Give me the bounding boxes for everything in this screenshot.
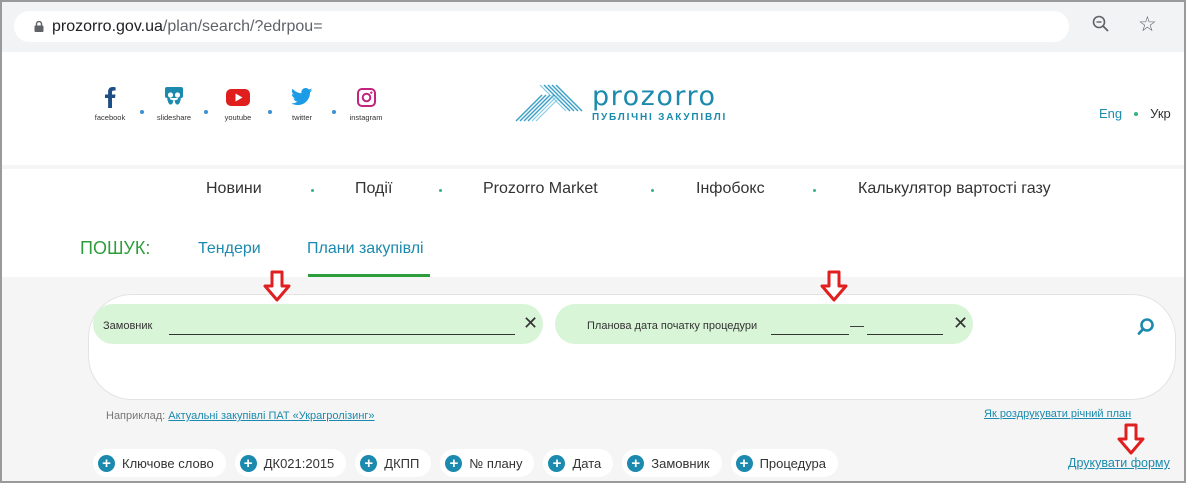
nav-item-infobox[interactable]: Інфобокс [696,180,765,198]
site-logo[interactable]: prozorro ПУБЛІЧНІ ЗАКУПІВЛІ [514,81,727,125]
annotation-arrow-down-icon [263,270,291,302]
annotation-arrow-down-icon [1117,423,1145,455]
instagram-icon [356,87,376,107]
lock-icon[interactable] [34,21,44,32]
social-youtube[interactable]: youtube [208,84,268,122]
header-divider [2,165,1184,169]
example-link[interactable]: Актуальні закупівлі ПАТ «Украгролізинг» [168,410,374,422]
search-label: ПОШУК: [80,238,151,258]
prozorro-logo-icon [515,84,583,122]
example-prefix: Наприклад: [106,410,166,422]
date-to-input[interactable] [867,334,943,335]
filter-label: Ключове слово [122,455,214,471]
language-switcher: Eng Укр [1099,106,1171,121]
filter-chip-date[interactable]: Планова дата початку процедури — ✕ [555,304,973,344]
browser-toolbar: prozorro.gov.ua/plan/search/?edrpou= ☆ [2,2,1184,52]
print-form-link[interactable]: Друкувати форму [1068,456,1170,470]
search-tabs: ПОШУК: Тендери Плани закупівлі [2,230,1184,278]
nav-item-events[interactable]: Події [355,180,392,198]
filter-label: Процедура [759,455,827,471]
plus-icon: + [98,454,115,472]
address-field[interactable]: prozorro.gov.ua/plan/search/?edrpou= [14,11,1069,42]
social-links: facebook slideshare youtube twitter inst… [80,84,396,122]
star-icon[interactable]: ☆ [1138,12,1157,37]
annotation-arrow-down-icon [820,270,848,302]
chip-label: Замовник [103,320,153,332]
date-from-input[interactable] [771,334,849,335]
separator-dot [311,189,314,192]
filter-dkpp[interactable]: + ДКПП [355,449,432,477]
separator-dot [1134,111,1139,116]
filter-label: Замовник [651,455,710,471]
filter-keyword[interactable]: + Ключове слово [93,449,226,477]
plus-icon: + [445,454,463,472]
filter-options: + Ключове слово + ДК021:2015 + ДКПП + № план… [93,449,847,477]
plus-icon: + [627,454,645,472]
logo-text: prozorro ПУБЛІЧНІ ЗАКУПІВЛІ [592,80,728,123]
url-text[interactable]: prozorro.gov.ua/plan/search/?edrpou= [52,18,323,36]
search-box[interactable]: Замовник ✕ Планова дата початку процедур… [88,294,1176,400]
filter-plan-number[interactable]: + № плану [440,449,535,477]
filter-label: Дата [572,455,602,471]
filter-procedure[interactable]: + Процедура [730,449,839,477]
search-icon[interactable] [1136,317,1156,337]
url-path: /plan/search/?edrpou= [162,18,323,35]
plus-icon: + [735,454,753,472]
social-label: youtube [224,113,252,122]
social-label: slideshare [156,113,192,122]
date-range-dash: — [850,317,864,333]
twitter-icon [291,88,313,106]
logo-subtitle: ПУБЛІЧНІ ЗАКУПІВЛІ [592,111,728,123]
lang-eng-link[interactable]: Eng [1099,106,1122,121]
nav-item-news[interactable]: Новини [206,180,262,198]
plus-icon: + [360,454,378,472]
separator-dot [439,189,442,192]
social-label: instagram [349,113,383,122]
url-host: prozorro.gov.ua [52,18,163,35]
slideshare-icon [165,87,183,105]
social-instagram[interactable]: instagram [336,84,396,122]
social-slideshare[interactable]: slideshare [144,84,204,122]
tab-procurement-plans[interactable]: Плани закупівлі [307,240,424,258]
separator-dot [813,189,816,192]
logo-title: prozorro [592,80,717,112]
redacted-area [386,17,818,37]
browser-window: prozorro.gov.ua/plan/search/?edrpou= ☆ f… [0,0,1186,483]
social-label: facebook [94,113,126,122]
site-header: facebook slideshare youtube twitter inst… [2,52,1184,169]
social-facebook[interactable]: facebook [80,84,140,122]
filter-label: ДК021:2015 [263,455,335,471]
filter-dk021[interactable]: + ДК021:2015 [234,449,347,477]
zoom-icon[interactable] [1092,15,1110,33]
filter-label: № плану [469,455,523,471]
nav-item-gas-calculator[interactable]: Калькулятор вартості газу [858,180,1051,198]
filter-label: ДКПП [384,455,420,471]
print-plan-link[interactable]: Як роздрукувати річний план [984,408,1131,420]
lang-ukr-link[interactable]: Укр [1150,106,1171,121]
close-icon[interactable]: ✕ [523,313,538,334]
nav-item-market[interactable]: Prozorro Market [483,180,598,198]
search-panel: Замовник ✕ Планова дата початку процедур… [2,277,1184,481]
customer-input[interactable] [169,334,515,335]
social-label: twitter [291,113,312,122]
plus-icon: + [548,454,566,472]
address-bar[interactable]: prozorro.gov.ua/plan/search/?edrpou= ☆ [14,11,1174,42]
separator-dot [651,189,654,192]
plus-icon: + [239,454,257,472]
search-example: Наприклад: Актуальні закупівлі ПАТ «Укра… [106,410,375,422]
facebook-icon [105,87,116,108]
youtube-icon [226,88,250,106]
filter-chip-customer[interactable]: Замовник ✕ [93,304,543,344]
chip-label: Планова дата початку процедури [587,320,758,332]
filter-date[interactable]: + Дата [543,449,614,477]
filter-customer[interactable]: + Замовник [622,449,722,477]
social-twitter[interactable]: twitter [272,84,332,122]
close-icon[interactable]: ✕ [953,313,968,334]
tab-tenders[interactable]: Тендери [198,240,261,258]
main-nav: Новини Події Prozorro Market Інфобокс Ка… [2,180,1184,210]
